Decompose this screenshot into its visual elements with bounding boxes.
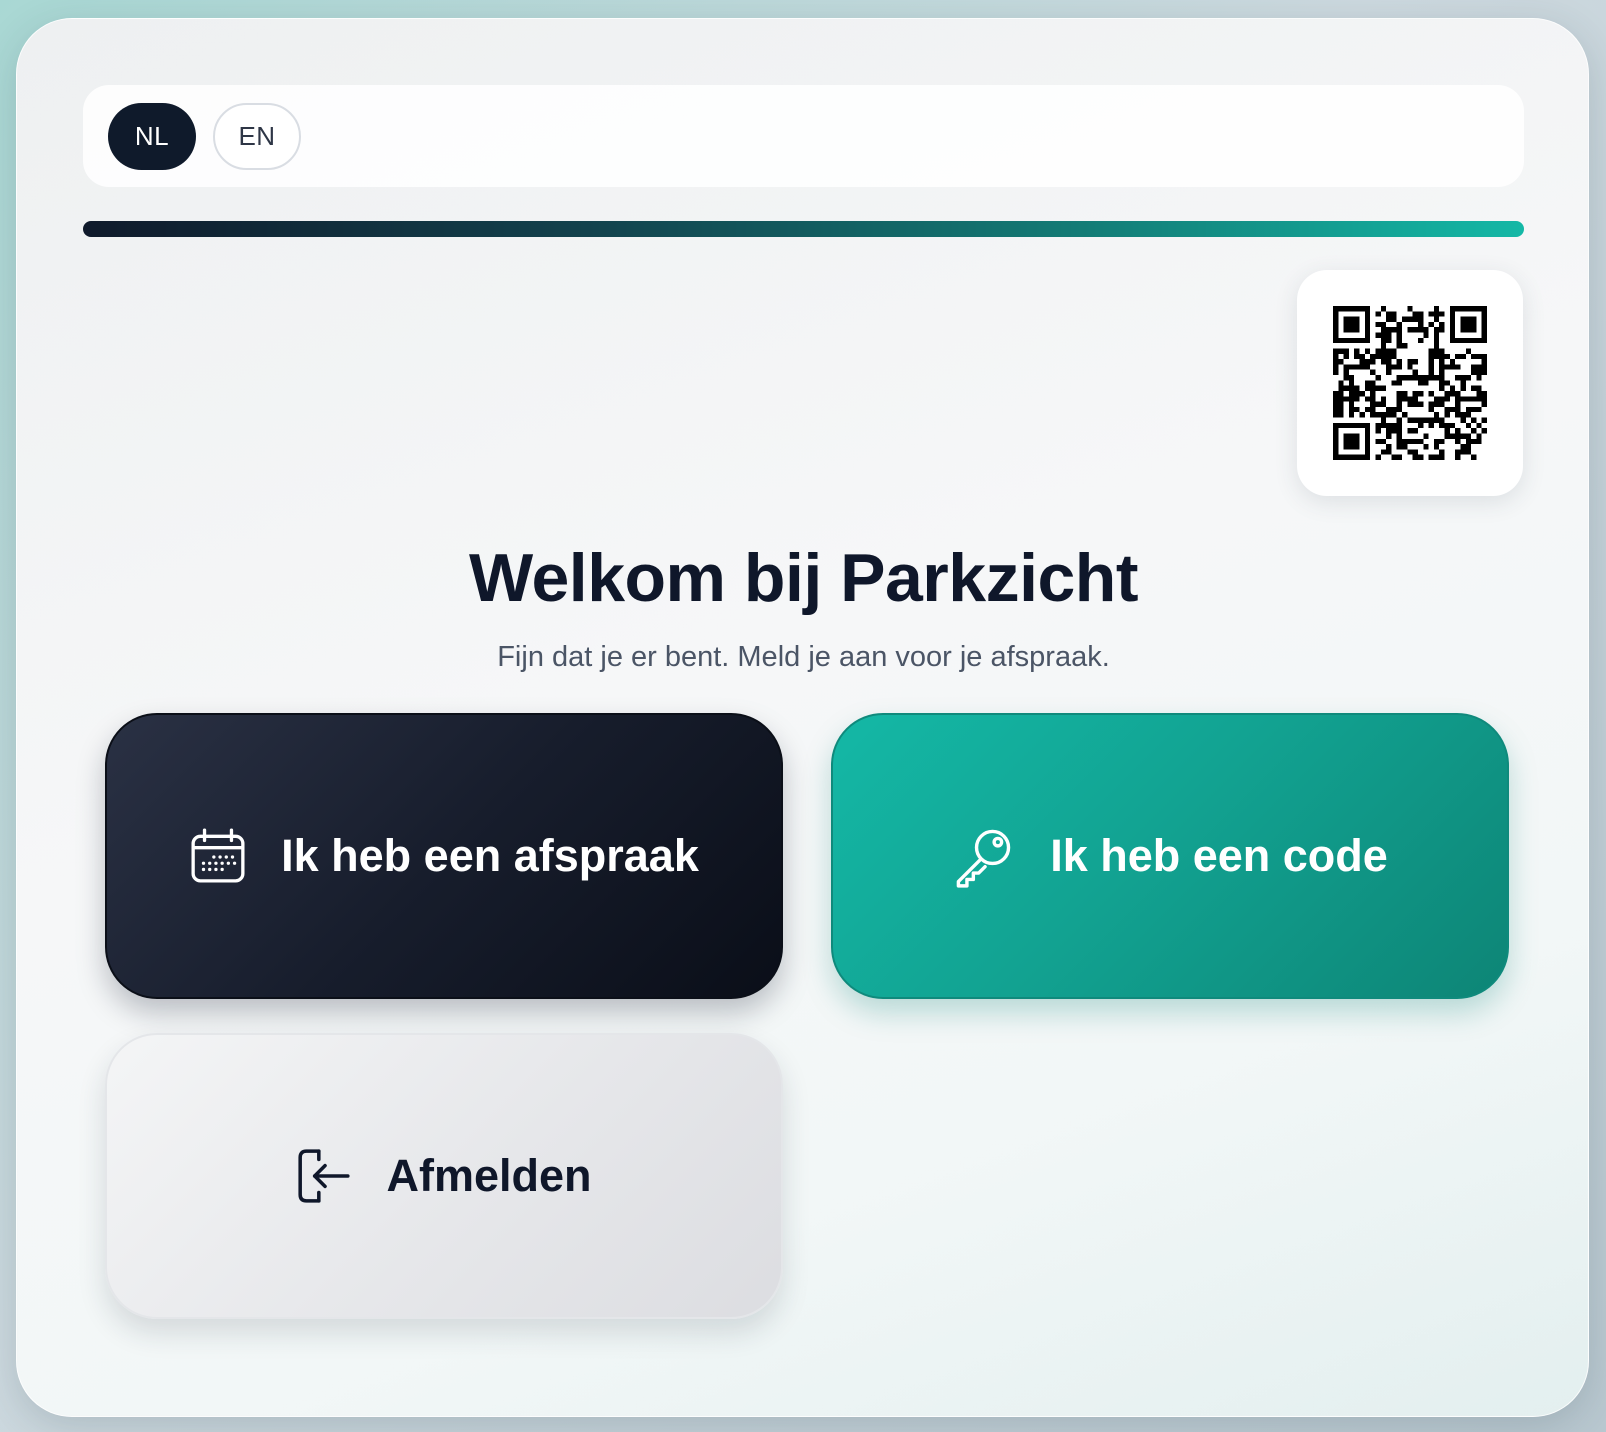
key-icon: [952, 824, 1016, 888]
appointment-button-label: Ik heb een afspraak: [281, 830, 699, 881]
page-subtitle: Fijn dat je er bent. Meld je aan voor je…: [497, 641, 1110, 673]
qr-code-icon: [1333, 306, 1487, 460]
progress-bar: [83, 221, 1524, 237]
language-button-en[interactable]: EN: [213, 102, 301, 170]
calendar-icon: [189, 827, 247, 885]
qr-code-card: [1297, 270, 1523, 496]
language-button-nl[interactable]: NL: [108, 102, 196, 170]
appointment-button[interactable]: Ik heb een afspraak: [105, 713, 783, 999]
checkout-button[interactable]: Afmelden: [105, 1033, 783, 1319]
language-bar: NL EN: [83, 85, 1524, 187]
sign-out-icon: [296, 1147, 352, 1205]
code-button[interactable]: Ik heb een code: [831, 713, 1509, 999]
page-title: Welkom bij Parkzicht: [469, 540, 1138, 616]
checkout-button-label: Afmelden: [386, 1150, 592, 1201]
kiosk-card: NL EN Welkom bij Parkzicht Fijn dat je e…: [16, 18, 1589, 1417]
code-button-label: Ik heb een code: [1050, 830, 1388, 881]
